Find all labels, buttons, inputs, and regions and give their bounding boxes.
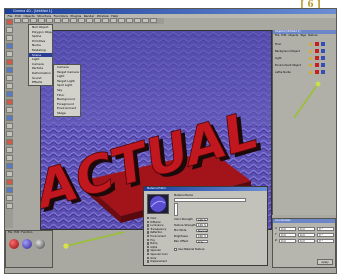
param-label: Blur Offset	[174, 240, 188, 243]
channel-label: Luminance	[150, 224, 164, 228]
coord-row: Z0 m0 m0 °	[273, 238, 335, 244]
annotation-dot	[315, 81, 321, 87]
use-texture-row[interactable]: Use Material Texture	[174, 247, 205, 251]
material-name-label: Material Name	[174, 194, 194, 197]
param-field[interactable]: 100 %	[196, 234, 208, 238]
param-row: Blur Offset 0 %	[174, 239, 264, 245]
param-field[interactable]: 0 %	[196, 239, 208, 243]
material-editor-title: Material Editor	[144, 187, 267, 191]
param-label: Mix Mode	[174, 229, 187, 232]
material-swatch[interactable]	[35, 239, 45, 249]
material-preview	[147, 194, 169, 214]
param-label: Brightness	[174, 234, 188, 238]
material-menu-item[interactable]: Function	[21, 231, 32, 234]
coord-size-field[interactable]: 0 m	[298, 239, 315, 243]
coord-position-field[interactable]: 0 m	[279, 233, 296, 237]
material-menu-item[interactable]: Edit	[14, 231, 19, 234]
material-swatch[interactable]	[22, 239, 32, 249]
coord-rotation-field[interactable]: 0 °	[317, 233, 334, 237]
coord-size-field[interactable]: 0 m	[298, 233, 315, 237]
annotation-arrow	[65, 231, 125, 247]
channel-item[interactable]: Displacement	[147, 260, 168, 264]
coord-axis: Y	[275, 233, 277, 236]
material-manager: File Edit Function	[5, 230, 53, 268]
annotation-dot	[63, 243, 69, 249]
param-field[interactable]: 100 %	[196, 223, 208, 227]
material-menu-item[interactable]: File	[8, 231, 12, 234]
coord-rotation-field[interactable]: 0 °	[317, 227, 334, 231]
annotation-arrow	[293, 83, 319, 119]
coord-position-field[interactable]: 0 m	[279, 227, 296, 231]
apply-button[interactable]: Apply	[317, 259, 333, 265]
channel-label: Environment	[150, 235, 166, 239]
channel-label: Displacement	[150, 260, 167, 264]
channel-label: Bump	[150, 242, 158, 246]
param-field[interactable]: Normal	[196, 228, 208, 232]
coord-position-field[interactable]: 0 m	[279, 239, 296, 243]
coord-axis: X	[275, 227, 277, 230]
param-label: Color Strength	[174, 218, 193, 221]
coordinates-manager: Coordinates X0 m0 m0 ° Y 0 m0 m0 ° Z 0 m0 m0…	[272, 218, 336, 268]
param-label: Texture Strength	[174, 223, 196, 227]
coord-axis: Z	[275, 239, 277, 242]
param-field[interactable]: 100 %	[196, 217, 208, 221]
material-name-field[interactable]	[174, 198, 246, 202]
channel-label: Specular Color	[150, 253, 168, 257]
channel-label: Color	[150, 217, 157, 221]
coord-size-field[interactable]: 0 m	[298, 227, 315, 231]
material-manager-menu: File Edit Function	[6, 231, 52, 235]
use-texture-label: Use Material Texture	[177, 248, 205, 251]
material-color-bar	[174, 203, 178, 216]
material-editor-dialog: Material Editor Material Name Color Diffu…	[143, 186, 268, 266]
coord-rotation-field[interactable]: 0 °	[317, 239, 334, 243]
material-swatch[interactable]	[9, 239, 19, 249]
